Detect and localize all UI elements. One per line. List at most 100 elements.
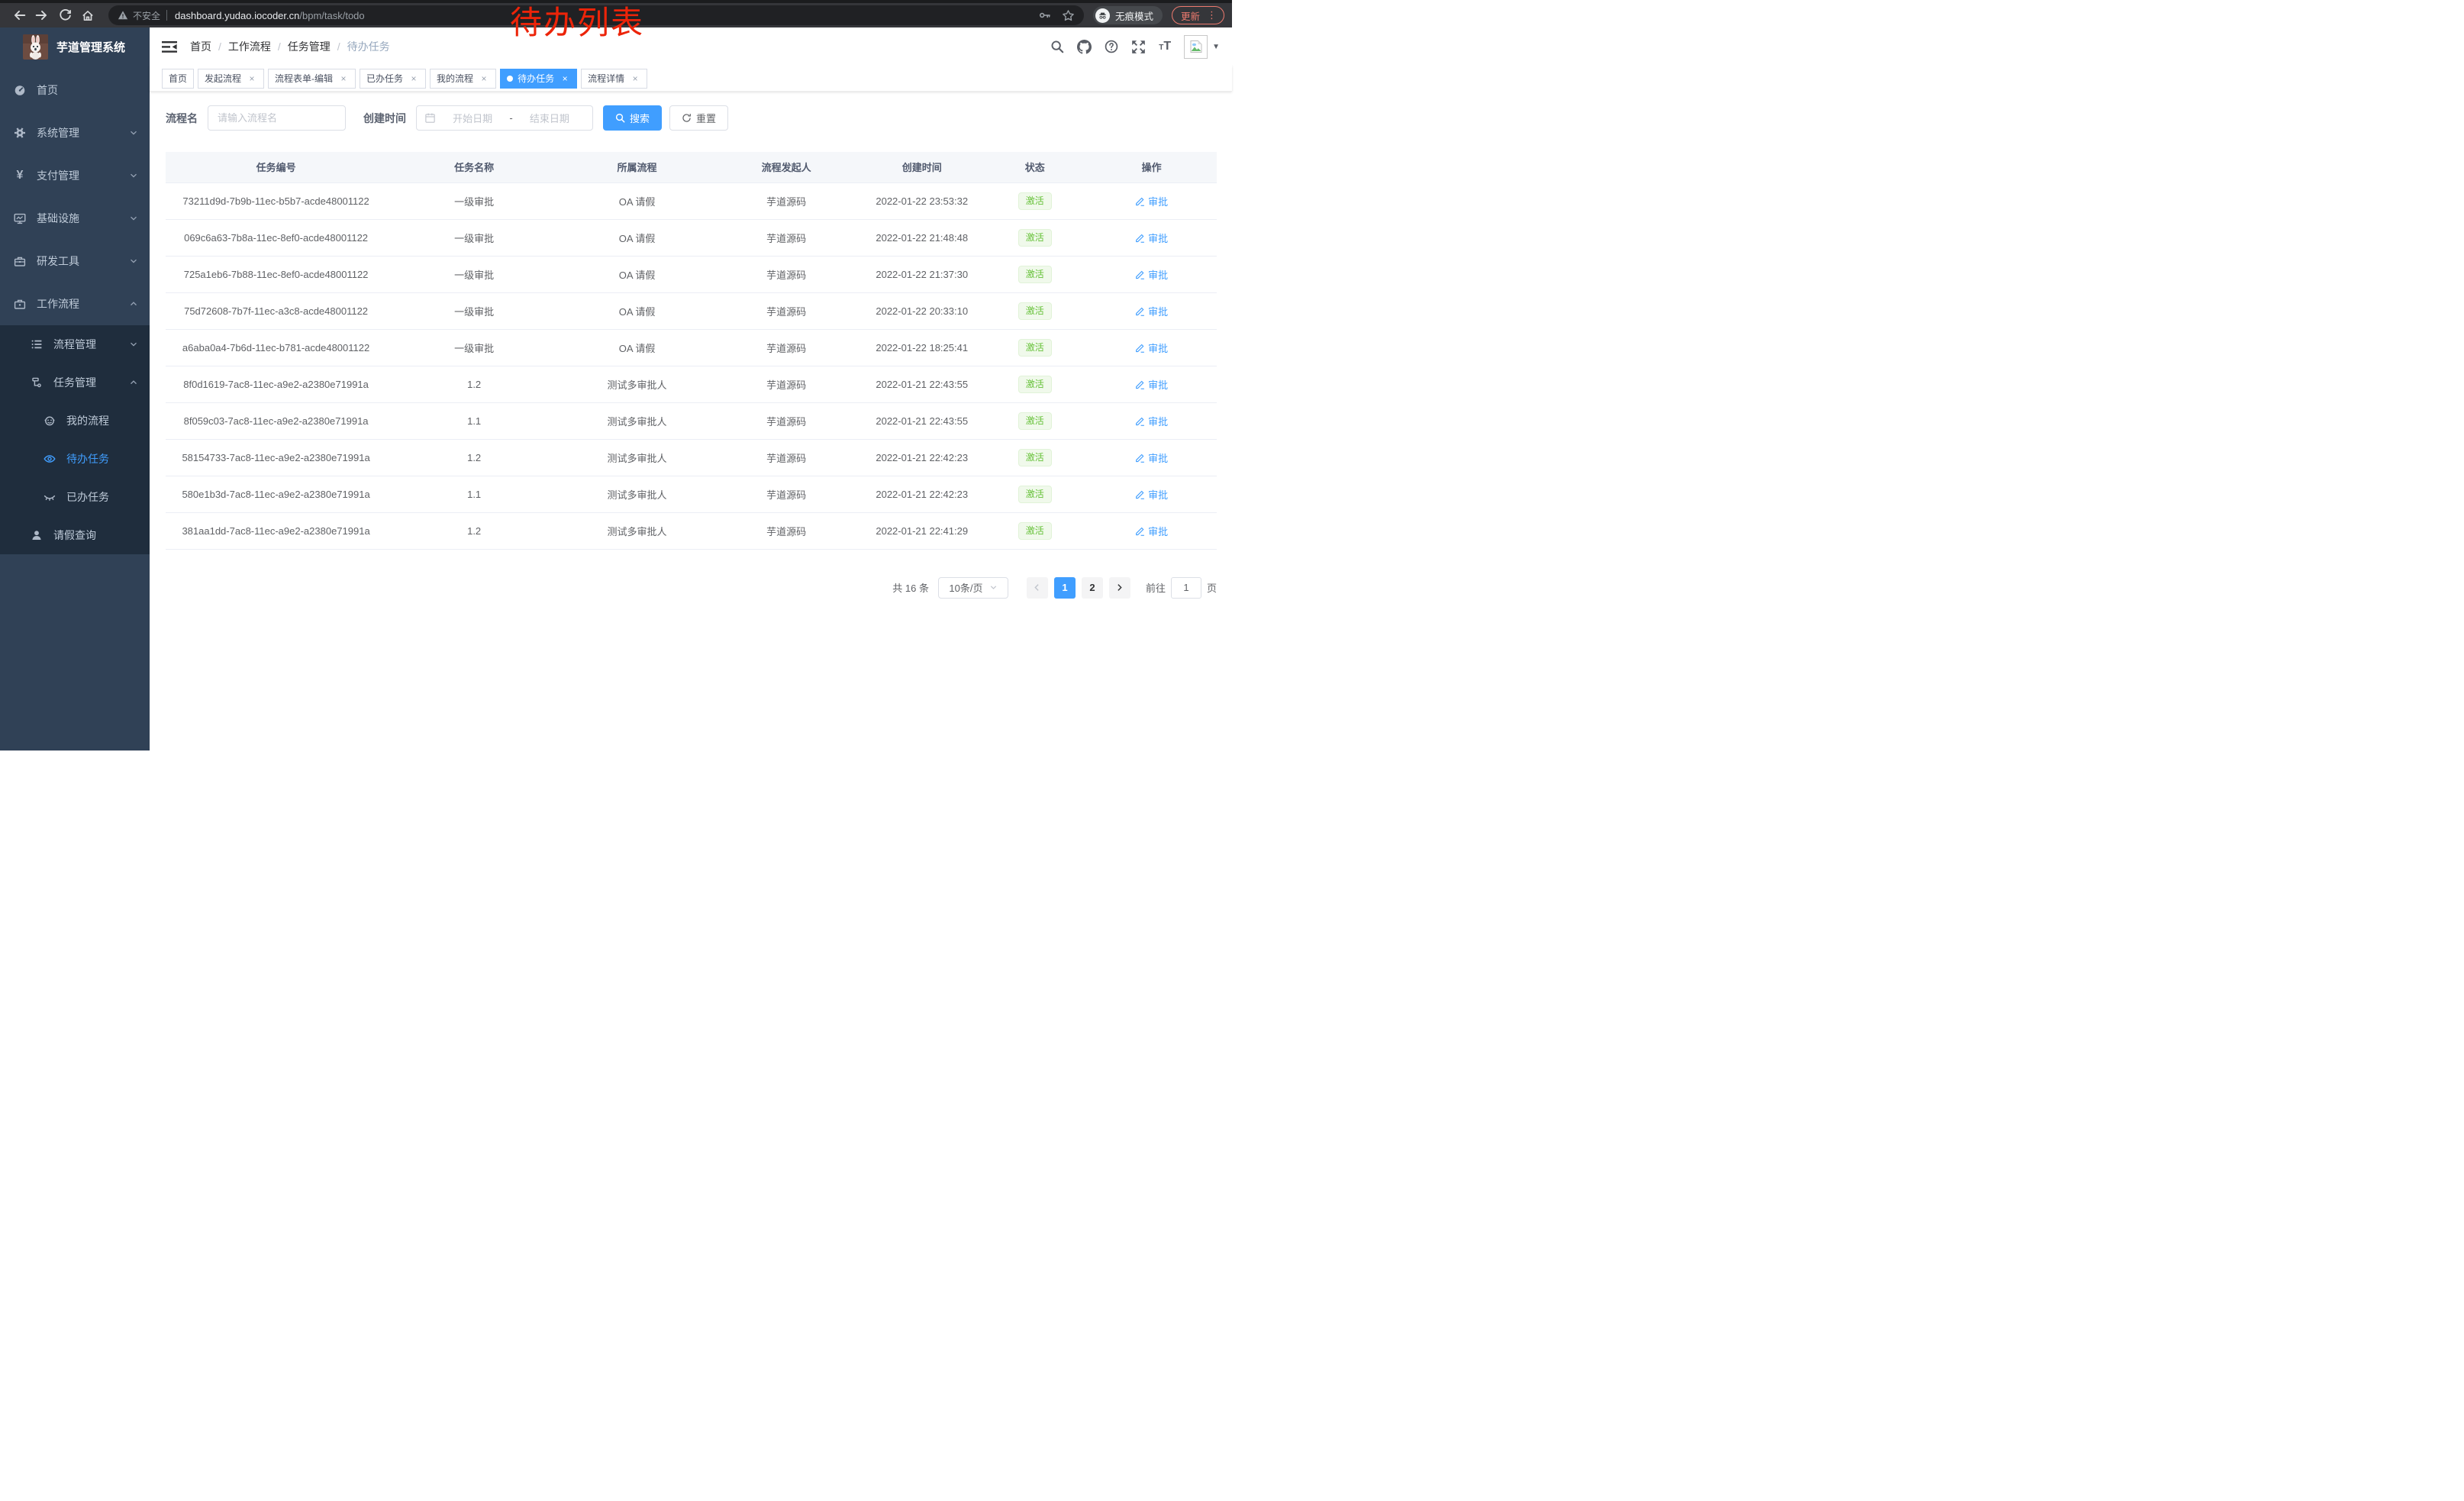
cell-task-name: 1.2	[386, 366, 562, 402]
sidebar-item-3[interactable]: 基础设施	[0, 197, 150, 240]
security-label[interactable]: 不安全	[133, 9, 160, 22]
sidebar-item-1[interactable]: 系统管理	[0, 111, 150, 154]
cell-create-time: 2022-01-21 22:43:55	[860, 366, 983, 402]
breadcrumb-item-0[interactable]: 首页	[190, 39, 211, 54]
process-name-input[interactable]	[208, 105, 346, 131]
tab-4[interactable]: 我的流程×	[430, 69, 496, 89]
approve-link[interactable]: 审批	[1135, 487, 1168, 502]
sidebar-item-4[interactable]: 研发工具	[0, 240, 150, 282]
breadcrumb-item-1[interactable]: 工作流程	[228, 39, 271, 54]
edit-icon	[1135, 306, 1145, 316]
tab-close-icon[interactable]: ×	[630, 73, 640, 84]
cell-task-id: 58154733-7ac8-11ec-a9e2-a2380e71991a	[166, 439, 386, 476]
reload-icon[interactable]	[53, 5, 76, 25]
sidebar-item-8[interactable]: 我的流程	[0, 402, 150, 440]
sidebar-item-11[interactable]: 请假查询	[0, 516, 150, 554]
tags-view-bar: 首页发起流程×流程表单-编辑×已办任务×我的流程×待办任务×流程详情×	[150, 66, 1232, 92]
sidebar-item-2[interactable]: ¥支付管理	[0, 154, 150, 197]
tab-3[interactable]: 已办任务×	[360, 69, 426, 89]
cell-task-id: 580e1b3d-7ac8-11ec-a9e2-a2380e71991a	[166, 476, 386, 512]
tab-close-icon[interactable]: ×	[479, 73, 489, 84]
tab-0[interactable]: 首页	[162, 69, 194, 89]
forward-icon[interactable]	[31, 5, 53, 25]
cell-create-time: 2022-01-22 18:25:41	[860, 329, 983, 366]
table-row-1: 069c6a63-7b8a-11ec-8ef0-acde48001122一级审批…	[166, 219, 1217, 256]
hamburger-icon[interactable]	[162, 40, 177, 53]
goto-page-input[interactable]	[1171, 577, 1201, 599]
sidebar-item-9[interactable]: 待办任务	[0, 440, 150, 478]
date-range-input[interactable]: 开始日期 - 结束日期	[416, 105, 593, 131]
browser-menu-icon[interactable]: ⋮	[1207, 9, 1217, 21]
approve-link[interactable]: 审批	[1135, 414, 1168, 428]
tab-close-icon[interactable]: ×	[247, 73, 257, 84]
reset-button[interactable]: 重置	[669, 105, 728, 131]
user-avatar[interactable]: ▼	[1184, 35, 1220, 59]
tab-1[interactable]: 发起流程 ×	[198, 69, 264, 89]
back-icon[interactable]	[8, 5, 31, 25]
address-bar[interactable]: 不安全 dashboard.yudao.iocoder.cn/bpm/task/…	[108, 5, 1084, 25]
update-button[interactable]: 更新 ⋮	[1172, 6, 1224, 24]
sidebar-item-6[interactable]: 流程管理	[0, 325, 150, 363]
edit-icon	[1135, 196, 1145, 206]
approve-link[interactable]: 审批	[1135, 231, 1168, 245]
home-icon[interactable]	[76, 5, 99, 25]
help-icon[interactable]	[1105, 40, 1118, 53]
cell-task-id: 069c6a63-7b8a-11ec-8ef0-acde48001122	[166, 219, 386, 256]
approve-link[interactable]: 审批	[1135, 194, 1168, 208]
tab-6[interactable]: 流程详情 ×	[581, 69, 647, 89]
tab-label: 发起流程	[205, 72, 241, 85]
approve-link[interactable]: 审批	[1135, 377, 1168, 392]
prev-page-button[interactable]	[1027, 577, 1048, 599]
app-logo[interactable]: 芋道管理系统	[0, 27, 150, 66]
sidebar-item-label: 任务管理	[53, 375, 129, 390]
sidebar-item-label: 流程管理	[53, 337, 129, 352]
cell-create-time: 2022-01-21 22:41:29	[860, 512, 983, 549]
chevron-down-icon	[129, 257, 138, 266]
approve-link[interactable]: 审批	[1135, 304, 1168, 318]
eye-closed-icon	[43, 491, 56, 503]
sidebar-item-5[interactable]: 工作流程	[0, 282, 150, 325]
page-button-1[interactable]: 1	[1054, 577, 1076, 599]
chevron-down-icon	[129, 128, 138, 137]
cell-create-time: 2022-01-21 22:43:55	[860, 402, 983, 439]
sidebar-item-0[interactable]: 首页	[0, 69, 150, 111]
search-button[interactable]: 搜索	[603, 105, 662, 131]
tab-2[interactable]: 流程表单-编辑×	[268, 69, 356, 89]
sidebar-item-10[interactable]: 已办任务	[0, 478, 150, 516]
github-icon[interactable]	[1077, 40, 1092, 54]
status-badge: 激活	[1018, 412, 1052, 430]
font-size-icon[interactable]: TT	[1159, 40, 1171, 53]
breadcrumb-item-2[interactable]: 任务管理	[288, 39, 331, 54]
sidebar-item-7[interactable]: 任务管理	[0, 363, 150, 402]
approve-link[interactable]: 审批	[1135, 450, 1168, 465]
tab-5[interactable]: 待办任务×	[500, 69, 577, 89]
bookmark-star-icon[interactable]	[1062, 9, 1075, 22]
start-date-placeholder[interactable]: 开始日期	[437, 111, 508, 125]
page-size-select[interactable]: 10条/页	[938, 577, 1008, 599]
cell-process: 测试多审批人	[562, 402, 712, 439]
next-page-button[interactable]	[1109, 577, 1130, 599]
edit-icon	[1135, 233, 1145, 243]
key-icon[interactable]	[1039, 9, 1051, 21]
column-header-4: 创建时间	[860, 152, 983, 182]
end-date-placeholder[interactable]: 结束日期	[514, 111, 585, 125]
fullscreen-icon[interactable]	[1131, 40, 1146, 54]
cell-process: OA 请假	[562, 182, 712, 219]
tab-close-icon[interactable]: ×	[560, 73, 570, 84]
tab-close-icon[interactable]: ×	[408, 73, 419, 84]
cell-starter: 芋道源码	[712, 329, 860, 366]
search-icon[interactable]	[1050, 40, 1064, 53]
tab-close-icon[interactable]: ×	[338, 73, 349, 84]
sidebar-menu: 首页系统管理¥支付管理基础设施研发工具工作流程流程管理任务管理我的流程待办任务已…	[0, 69, 150, 554]
approve-link[interactable]: 审批	[1135, 267, 1168, 282]
approve-link[interactable]: 审批	[1135, 341, 1168, 355]
goto-suffix: 页	[1207, 580, 1217, 595]
cell-starter: 芋道源码	[712, 402, 860, 439]
cell-task-id: a6aba0a4-7b6d-11ec-b781-acde48001122	[166, 329, 386, 366]
page-button-2[interactable]: 2	[1082, 577, 1103, 599]
sidebar-item-label: 基础设施	[37, 211, 129, 226]
cell-task-id: 75d72608-7b7f-11ec-a3c8-acde48001122	[166, 292, 386, 329]
approve-link[interactable]: 审批	[1135, 524, 1168, 538]
status-badge: 激活	[1018, 302, 1052, 320]
tab-label: 流程详情	[588, 72, 624, 85]
